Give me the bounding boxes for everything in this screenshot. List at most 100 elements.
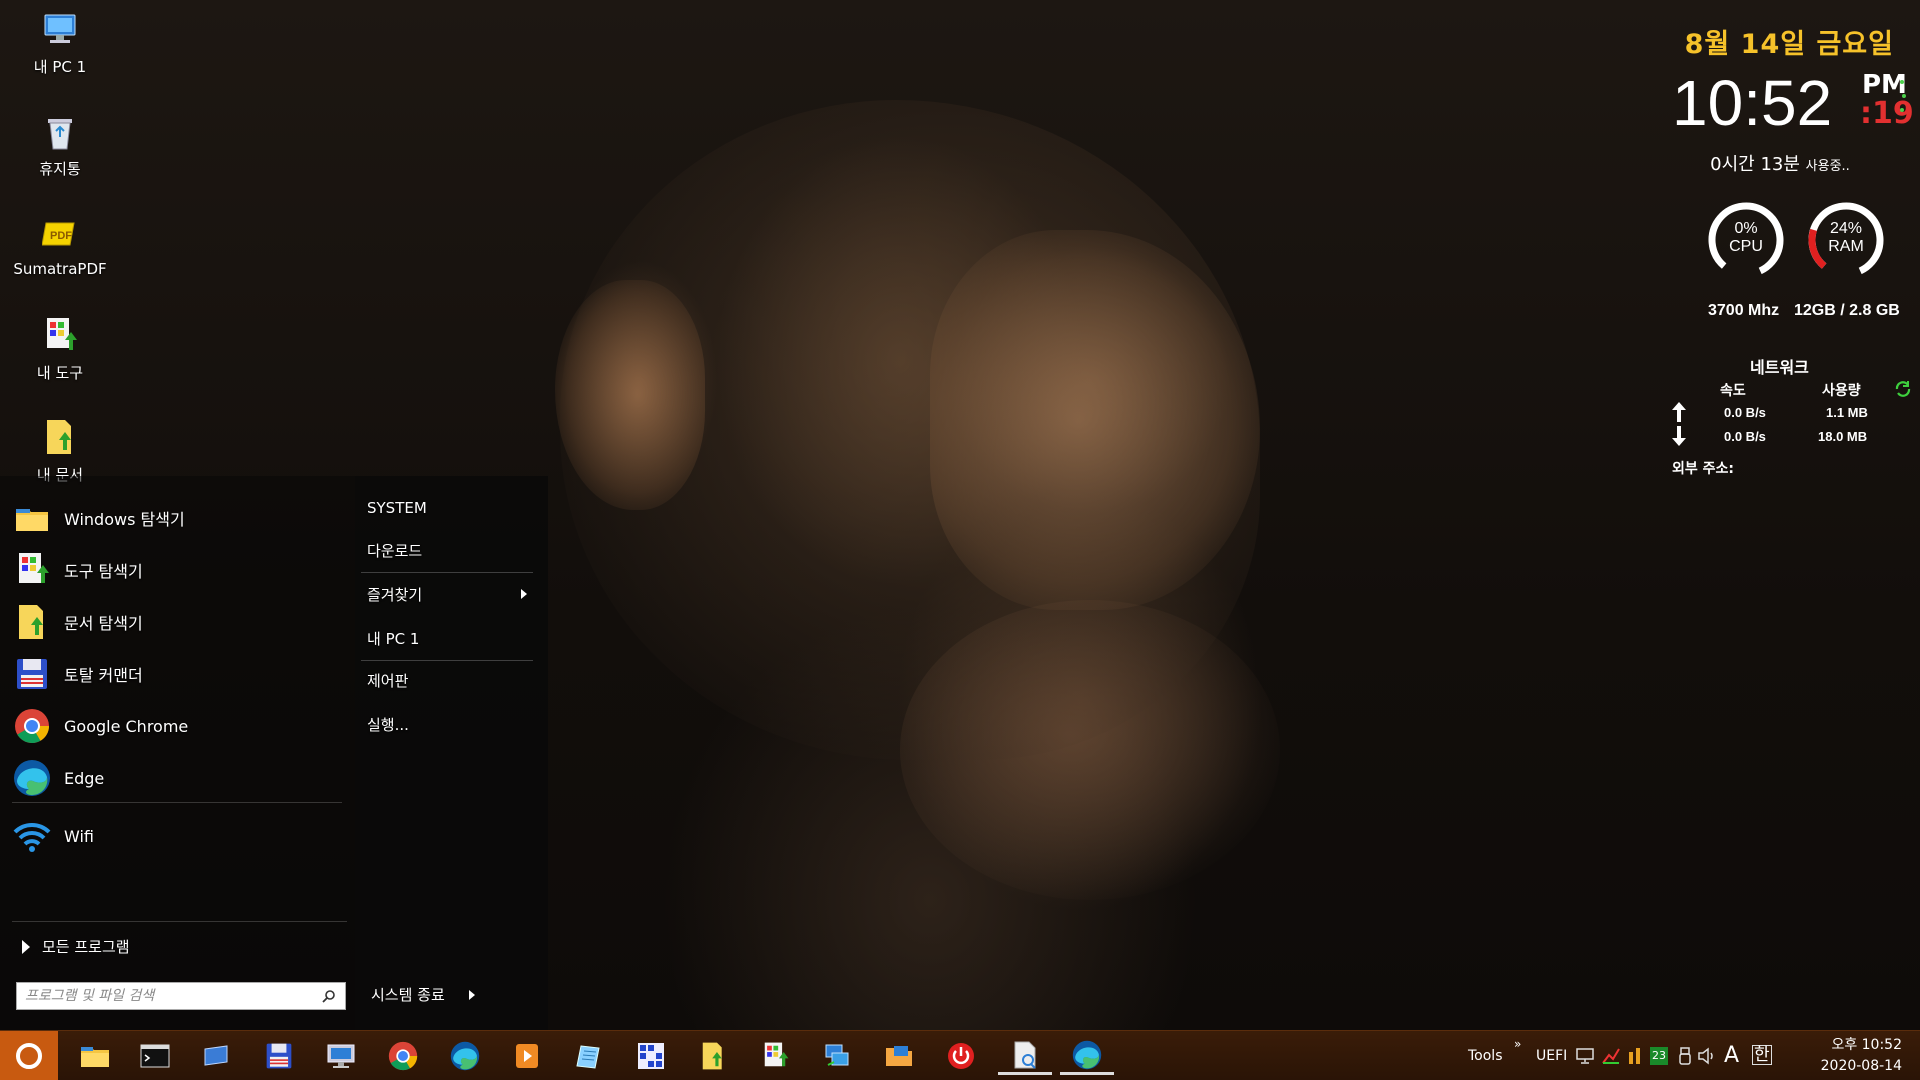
start-item-label: Google Chrome	[64, 716, 189, 736]
monitor-icon[interactable]	[1574, 1045, 1596, 1067]
start-item-label: 문서 탐색기	[64, 614, 143, 633]
taskbar-file-search[interactable]	[998, 1037, 1052, 1075]
start-menu: Windows 탐색기 도구 탐색기 문서 탐색기 토탈 커맨더 Google …	[0, 476, 548, 1030]
start-item-google-chrome[interactable]: Google Chrome	[12, 702, 342, 750]
places-separator	[361, 572, 533, 573]
ram-gauge-text: 24% RAM	[1804, 220, 1888, 256]
start-item-wifi[interactable]: Wifi	[12, 812, 342, 860]
desktop-icon-sumatrapdf[interactable]: PDF SumatraPDF	[10, 210, 110, 290]
start-item-document-explorer[interactable]: 문서 탐색기	[12, 598, 342, 646]
shutdown-options-arrow-icon[interactable]	[468, 989, 475, 1000]
network-usage-header: 사용량	[1822, 383, 1861, 399]
taskbar-power[interactable]	[934, 1037, 988, 1075]
taskbar-network[interactable]	[810, 1037, 864, 1075]
ime-mode-han[interactable]: 한	[1752, 1045, 1772, 1065]
cpu-label: CPU	[1729, 238, 1763, 255]
computer-icon	[40, 10, 80, 50]
taskbar-notepad[interactable]	[562, 1037, 616, 1075]
start-item-label: 도구 탐색기	[64, 562, 143, 581]
recycle-bin-icon	[40, 112, 80, 152]
taskbar-total-commander[interactable]	[252, 1037, 306, 1075]
start-item-tools-explorer[interactable]: 도구 탐색기	[12, 546, 342, 594]
network-icon	[825, 1044, 849, 1066]
taskbar-folder-network[interactable]	[872, 1037, 926, 1075]
tray-counter-badge[interactable]: 23	[1648, 1045, 1670, 1067]
start-button[interactable]	[0, 1031, 58, 1080]
widget-seconds: :19	[1860, 96, 1914, 131]
start-search-box[interactable]	[16, 982, 346, 1010]
start-menu-separator	[12, 921, 347, 922]
upload-arrow-icon	[1672, 402, 1686, 422]
taskbar-edge[interactable]	[438, 1037, 492, 1075]
favorites-label: 즐겨찾기	[367, 585, 423, 604]
search-icon[interactable]	[317, 984, 341, 1008]
download-arrow-icon	[1672, 426, 1686, 446]
tools-explorer-icon	[12, 550, 52, 590]
floppy-icon	[266, 1043, 292, 1069]
ram-percent: 24%	[1829, 220, 1863, 237]
system-tray: Tools » UEFI 23 A 한 오후 10:52 2020-08-14	[1440, 1031, 1920, 1080]
folder-network-icon	[886, 1046, 912, 1066]
network-speed-header: 속도	[1720, 383, 1746, 399]
taskbar-remote-desktop[interactable]	[314, 1037, 368, 1075]
ime-mode-a[interactable]: A	[1724, 1043, 1739, 1068]
tools-icon	[40, 316, 80, 356]
taskbar-clock[interactable]: 오후 10:52 2020-08-14	[1812, 1035, 1902, 1077]
edge-icon	[450, 1041, 480, 1071]
graph-icon[interactable]	[1600, 1045, 1622, 1067]
tools-toolbar-label[interactable]: Tools	[1468, 1048, 1503, 1064]
widget-uptime: 0시간 13분 사용중..	[1650, 150, 1910, 176]
taskbar-edge-active[interactable]	[1060, 1037, 1114, 1075]
wifi-icon	[12, 816, 52, 856]
start-item-label: Edge	[64, 768, 105, 788]
taskbar-cmd[interactable]	[128, 1037, 182, 1075]
floppy-icon	[12, 654, 52, 694]
taskbar-media-player[interactable]	[500, 1037, 554, 1075]
cpu-gauge-text: 0% CPU	[1704, 220, 1788, 256]
taskbar-display[interactable]	[190, 1037, 244, 1075]
start-search-input[interactable]	[17, 984, 317, 1008]
remote-desktop-icon	[327, 1044, 355, 1068]
taskbar-document-explorer[interactable]	[686, 1037, 740, 1075]
all-programs-button[interactable]: 모든 프로그램	[22, 936, 130, 957]
start-item-total-commander[interactable]: 토탈 커맨더	[12, 650, 342, 698]
start-item-edge[interactable]: Edge	[12, 754, 342, 802]
taskbar-registry[interactable]	[624, 1037, 678, 1075]
taskbar-file-explorer[interactable]	[68, 1037, 122, 1075]
system-monitor-widget: 8월 14일 금요일 10:52 PM :19 0시간 13분 사용중.. 0%…	[1650, 18, 1914, 478]
start-place-my-pc[interactable]: 내 PC 1	[367, 620, 537, 656]
cpu-frequency: 3700 Mhz	[1708, 302, 1780, 319]
volume-icon[interactable]	[1696, 1045, 1718, 1067]
start-place-run[interactable]: 실행...	[367, 706, 537, 742]
network-title: 네트워크	[1750, 358, 1809, 377]
refresh-icon[interactable]	[1894, 380, 1912, 402]
start-item-label: Wifi	[64, 826, 94, 846]
shutdown-button[interactable]: 시스템 종료	[371, 984, 475, 1005]
uptime-suffix: 사용중..	[1805, 159, 1850, 174]
desktop-icon-my-pc[interactable]: 내 PC 1	[10, 6, 110, 86]
usb-icon[interactable]	[1674, 1045, 1696, 1067]
ram-usage: 12GB / 2.8 GB	[1794, 302, 1900, 319]
submenu-arrow-icon	[521, 589, 527, 599]
start-item-windows-explorer[interactable]: Windows 탐색기	[12, 494, 342, 542]
start-item-label: 토탈 커맨더	[64, 666, 143, 685]
seconds-dot	[1900, 108, 1904, 112]
taskbar-chrome[interactable]	[376, 1037, 430, 1075]
desktop-icon-my-tools[interactable]: 내 도구	[10, 312, 110, 392]
start-place-favorites[interactable]: 즐겨찾기	[367, 576, 537, 612]
start-place-control-panel[interactable]: 제어판	[367, 662, 537, 698]
start-logo-icon	[16, 1043, 42, 1069]
start-place-system[interactable]: SYSTEM	[367, 490, 537, 526]
shutdown-label: 시스템 종료	[371, 986, 445, 1004]
battery-meter-icon[interactable]	[1624, 1045, 1646, 1067]
desktop-icon-recycle-bin[interactable]: 휴지통	[10, 108, 110, 188]
cpu-percent: 0%	[1734, 220, 1758, 237]
start-menu-separator	[12, 802, 342, 803]
start-place-downloads[interactable]: 다운로드	[367, 532, 537, 568]
desktop-icon-label: 내 PC 1	[33, 58, 87, 76]
tools-toolbar-chevron[interactable]: »	[1514, 1037, 1521, 1051]
document-explorer-icon	[702, 1042, 722, 1070]
taskbar-tools-explorer[interactable]	[748, 1037, 802, 1075]
edge-icon	[12, 758, 52, 798]
download-usage: 18.0 MB	[1818, 429, 1868, 444]
